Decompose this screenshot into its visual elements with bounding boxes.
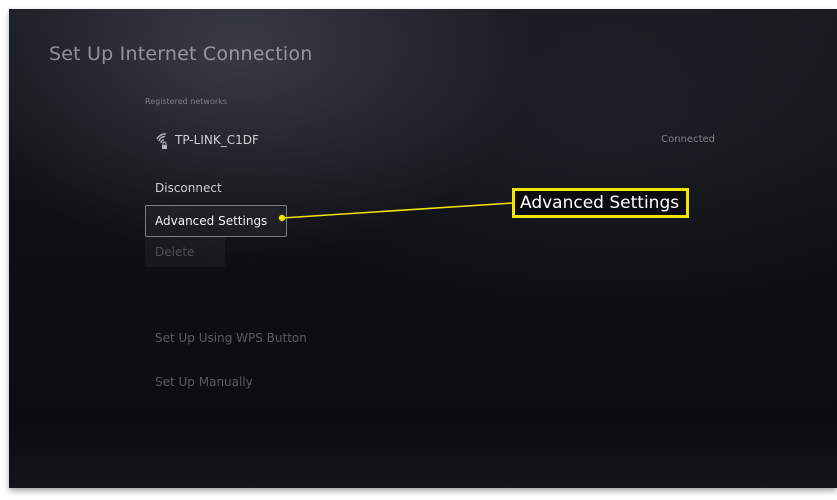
callout-highlight-box: Advanced Settings xyxy=(512,188,689,218)
callout-label: Advanced Settings xyxy=(520,193,680,213)
ps5-screen: Set Up Internet Connection Registered ne… xyxy=(9,9,837,488)
delete-label: Delete xyxy=(155,245,195,259)
advanced-settings-button[interactable]: Advanced Settings xyxy=(145,205,287,237)
network-status: Connected xyxy=(661,134,715,145)
setup-wps-button[interactable]: Set Up Using WPS Button xyxy=(155,331,307,345)
setup-manually-button[interactable]: Set Up Manually xyxy=(155,375,253,389)
disconnect-button[interactable]: Disconnect xyxy=(155,181,222,195)
registered-networks-label: Registered networks xyxy=(145,97,227,106)
wifi-locked-icon xyxy=(154,131,174,151)
bottom-shade xyxy=(9,428,837,488)
network-name: TP-LINK_C1DF xyxy=(175,133,259,147)
callout-connector xyxy=(278,202,514,222)
delete-button[interactable]: Delete xyxy=(145,237,225,267)
page-title: Set Up Internet Connection xyxy=(49,43,313,65)
advanced-settings-label: Advanced Settings xyxy=(155,214,268,228)
network-item[interactable]: TP-LINK_C1DF Connected xyxy=(145,125,735,155)
